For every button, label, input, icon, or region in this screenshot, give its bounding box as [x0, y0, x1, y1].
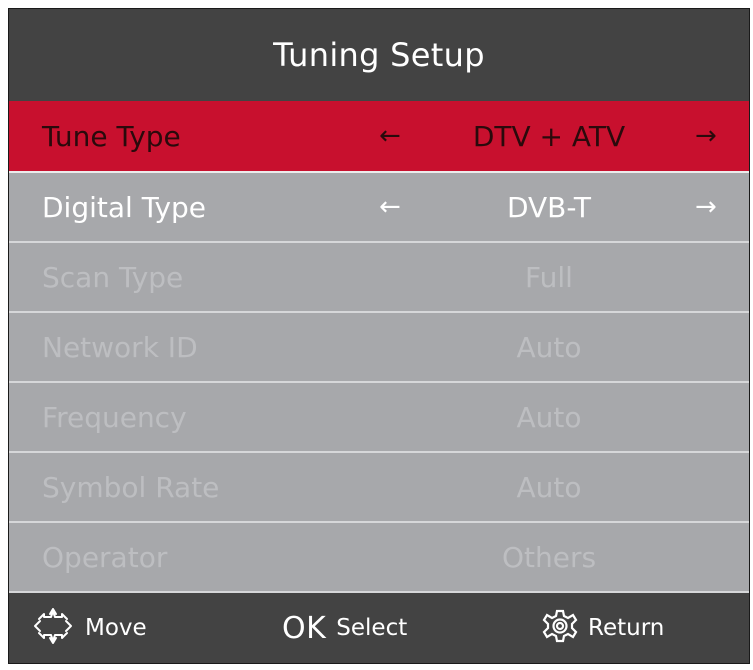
return-label: Return [588, 615, 665, 641]
row-frequency: Frequency Auto [9, 383, 749, 453]
row-label: Frequency [42, 400, 187, 434]
select-label: Select [336, 615, 408, 641]
row-tune-type[interactable]: Tune Type ← DTV + ATV → [9, 101, 749, 173]
tuning-setup-dialog: Tuning Setup Tune Type ← DTV + ATV → Dig… [8, 8, 750, 664]
footer-hints: Move OK Select Return [9, 593, 749, 663]
row-value: Auto [516, 330, 582, 364]
row-value: Auto [516, 400, 582, 434]
right-arrow-icon[interactable]: → [695, 192, 717, 222]
row-label: Scan Type [42, 260, 184, 294]
return-hint: Return [542, 608, 664, 648]
row-value: DTV + ATV [472, 119, 626, 153]
row-label: Network ID [42, 330, 198, 364]
row-scan-type: Scan Type Full [9, 243, 749, 313]
row-symbol-rate: Symbol Rate Auto [9, 453, 749, 523]
row-label: Tune Type [42, 119, 181, 153]
row-value: Auto [516, 470, 582, 504]
row-label: Digital Type [42, 190, 207, 224]
settings-list: Tune Type ← DTV + ATV → Digital Type ← D… [9, 101, 749, 593]
row-digital-type[interactable]: Digital Type ← DVB-T → [9, 173, 749, 243]
select-hint: OK Select [282, 611, 407, 646]
move-arrows-icon [31, 606, 75, 650]
move-label: Move [85, 615, 147, 641]
row-value: DVB-T [506, 190, 592, 224]
ok-label: OK [282, 610, 327, 646]
title-bar: Tuning Setup [9, 9, 749, 101]
right-arrow-icon[interactable]: → [695, 121, 717, 151]
row-label: Symbol Rate [42, 470, 220, 504]
move-hint: Move [31, 606, 147, 650]
row-operator: Operator Others [9, 523, 749, 593]
row-label: Operator [42, 540, 168, 574]
row-network-id: Network ID Auto [9, 313, 749, 383]
gear-icon [542, 608, 578, 648]
row-value: Full [525, 260, 573, 294]
row-value: Others [501, 540, 597, 574]
page-title: Tuning Setup [273, 36, 485, 74]
